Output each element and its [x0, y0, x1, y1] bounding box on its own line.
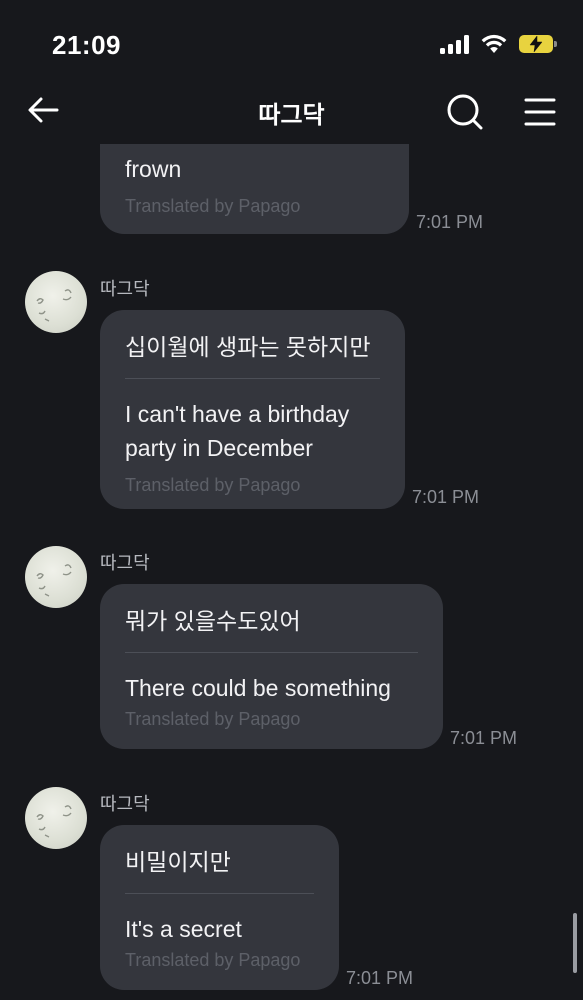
battery-charging-icon [519, 35, 557, 53]
status-bar: 21:09 [0, 0, 583, 90]
avatar[interactable] [25, 546, 87, 608]
message-bubble[interactable]: frown Translated by Papago [100, 144, 409, 234]
original-text: 십이월에 생파는 못하지만 [125, 334, 371, 360]
avatar[interactable] [25, 787, 87, 849]
translation-credit: Translated by Papago [125, 709, 301, 729]
message-bubble[interactable]: 뭐가 있을수도있어 There could be something Trans… [100, 584, 443, 749]
menu-button[interactable] [522, 94, 558, 130]
menu-icon [524, 98, 556, 126]
scrollbar[interactable] [573, 913, 577, 973]
sender-name: 따그닥 [100, 279, 150, 299]
search-icon [447, 94, 483, 130]
sender-name: 따그닥 [100, 553, 150, 573]
wifi-icon [481, 34, 507, 53]
signal-icon [440, 34, 469, 54]
translated-text: party in December [125, 435, 313, 461]
translation-credit: Translated by Papago [125, 475, 301, 495]
avatar[interactable] [25, 271, 87, 333]
status-time: 21:09 [52, 30, 121, 60]
message-bubble[interactable]: 십이월에 생파는 못하지만 I can't have a birthday pa… [100, 310, 405, 509]
original-text: 비밀이지만 [125, 849, 231, 875]
bubble-divider [125, 893, 314, 894]
translated-text: There could be something [125, 675, 391, 701]
translated-text: I can't have a birthday [125, 401, 350, 427]
message-time: 7:01 PM [450, 728, 518, 748]
bubble-divider [125, 652, 418, 653]
chat-title: 따그닥 [258, 102, 325, 129]
translation-credit: Translated by Papago [125, 950, 301, 970]
message-list[interactable]: frown Translated by Papago 7:01 PM 따그닥 십… [0, 144, 583, 1000]
message-bubble[interactable]: 비밀이지만 It's a secret Translated by Papago [100, 825, 339, 990]
sender-name: 따그닥 [100, 794, 150, 814]
translation-credit: Translated by Papago [125, 196, 301, 216]
status-icons [440, 34, 557, 54]
search-button[interactable] [445, 92, 485, 132]
translated-text: frown [125, 156, 182, 182]
message-time: 7:01 PM [346, 968, 414, 988]
message-time: 7:01 PM [412, 487, 480, 507]
chat-header: 따그닥 [0, 82, 583, 140]
translated-text: It's a secret [125, 916, 242, 942]
message-time: 7:01 PM [416, 212, 484, 232]
bubble-divider [125, 378, 380, 379]
original-text: 뭐가 있을수도있어 [125, 608, 301, 634]
